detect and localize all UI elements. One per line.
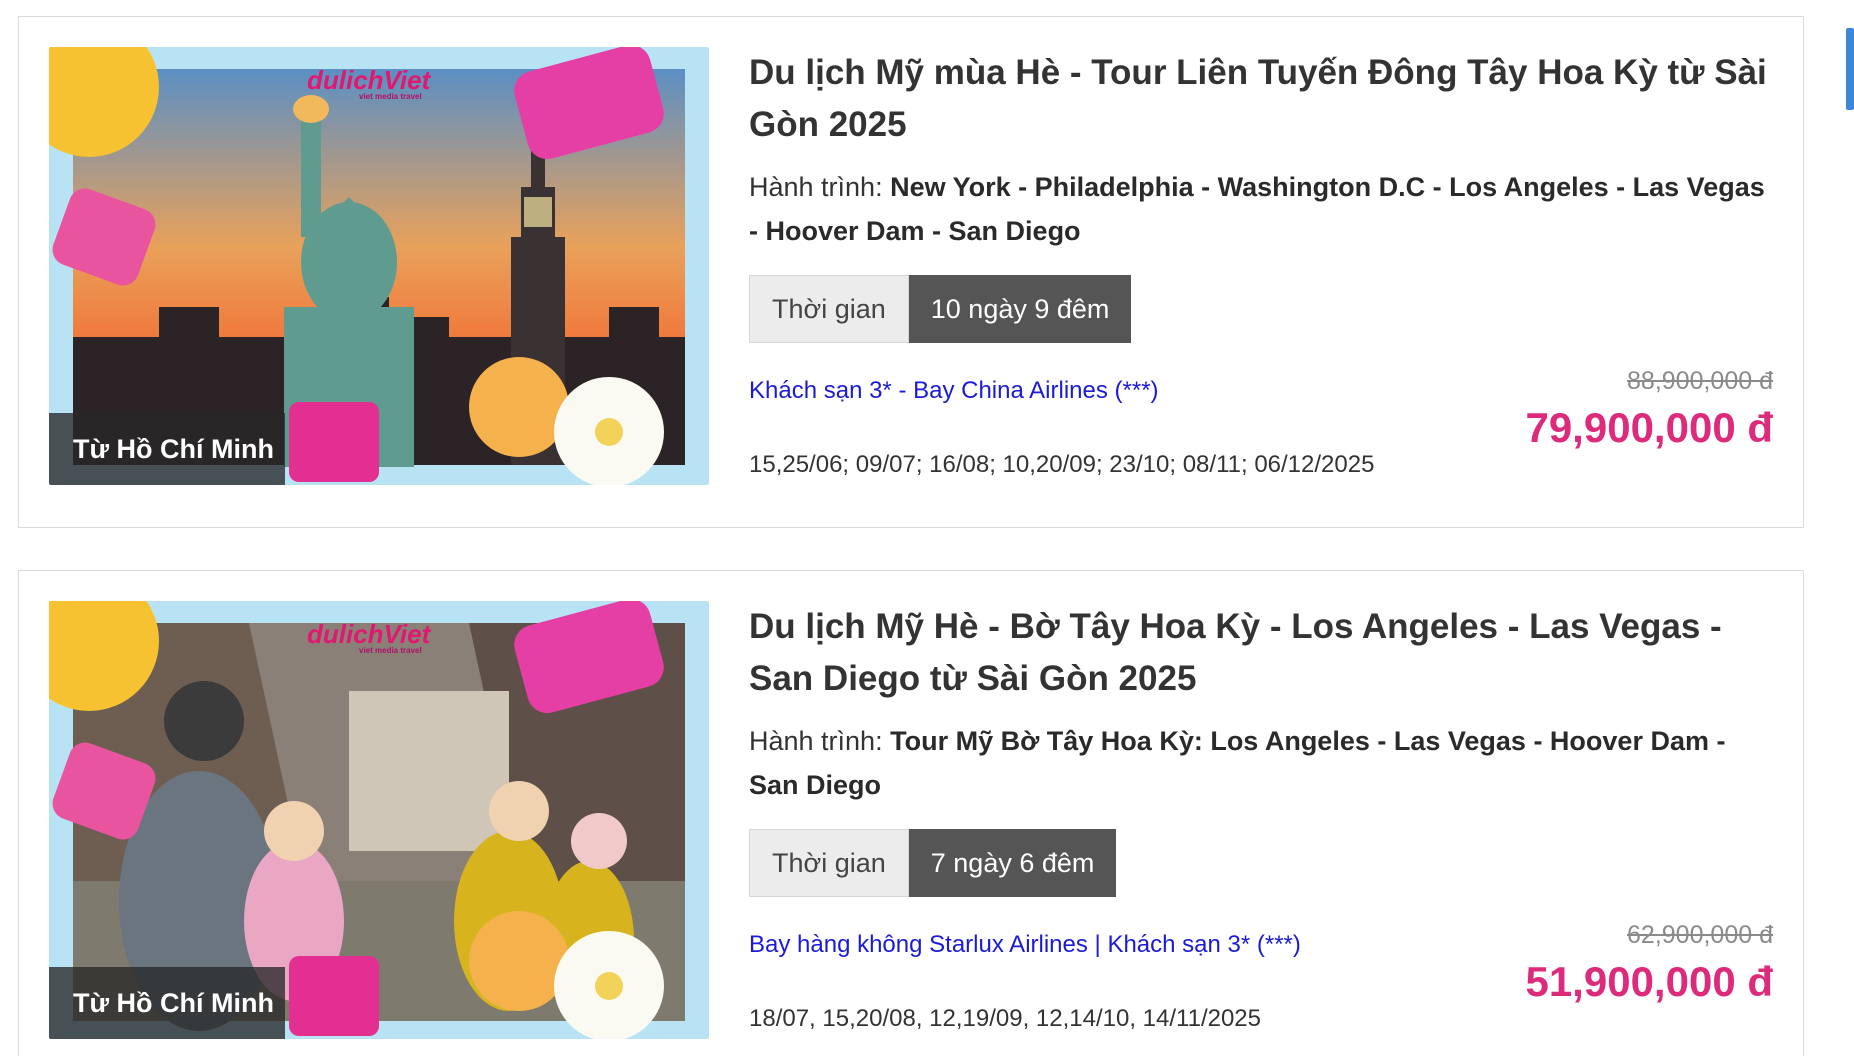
duration-value: 10 ngày 9 đêm [908,275,1132,343]
departure-dates: 15,25/06; 09/07; 16/08; 10,20/09; 23/10;… [749,451,1375,478]
tour-card[interactable]: dulichViet viet media travel Từ Hồ Chí M… [18,16,1804,528]
tour-card[interactable]: dulichViet viet media travel Từ Hồ Chí M… [18,570,1804,1056]
duration-label: Thời gian [749,829,909,897]
tour-thumbnail[interactable]: dulichViet viet media travel Từ Hồ Chí M… [49,47,709,485]
duration-label: Thời gian [749,275,909,343]
route-value: Tour Mỹ Bờ Tây Hoa Kỳ: Los Angeles - Las… [749,726,1726,800]
scrollbar-thumb[interactable] [1846,28,1854,110]
tour-title[interactable]: Du lịch Mỹ Hè - Bờ Tây Hoa Kỳ - Los Ange… [749,601,1773,705]
tour-info: Du lịch Mỹ Hè - Bờ Tây Hoa Kỳ - Los Ange… [749,601,1773,1033]
old-price: 88,900,000 đ [1627,367,1773,395]
tour-title[interactable]: Du lịch Mỹ mùa Hè - Tour Liên Tuyến Đông… [749,47,1773,151]
hotel-flight-link[interactable]: Khách sạn 3* - Bay China Airlines (***) [749,377,1159,405]
hotel-flight-link[interactable]: Bay hàng không Starlux Airlines | Khách … [749,931,1301,959]
duration-box: Thời gian 10 ngày 9 đêm [749,275,1773,343]
route-value: New York - Philadelphia - Washington D.C… [749,172,1765,246]
duration-value: 7 ngày 6 đêm [908,829,1117,897]
current-price: 51,900,000 đ [1525,958,1773,1005]
tour-info: Du lịch Mỹ mùa Hè - Tour Liên Tuyến Đông… [749,47,1773,479]
tour-route: Hành trình: New York - Philadelphia - Wa… [749,165,1773,253]
brand-logo: dulichViet viet media travel [307,619,431,655]
route-label: Hành trình: [749,726,883,756]
origin-badge: Từ Hồ Chí Minh [49,967,285,1039]
brand-logo: dulichViet viet media travel [307,65,431,101]
tour-list-page: dulichViet viet media travel Từ Hồ Chí M… [0,0,1854,1056]
price-box: 88,900,000 đ 79,900,000 đ [1525,367,1773,452]
route-label: Hành trình: [749,172,883,202]
old-price: 62,900,000 đ [1627,921,1773,949]
tour-route: Hành trình: Tour Mỹ Bờ Tây Hoa Kỳ: Los A… [749,719,1773,807]
current-price: 79,900,000 đ [1525,404,1773,451]
departure-dates: 18/07, 15,20/08, 12,19/09, 12,14/10, 14/… [749,1005,1262,1032]
duration-box: Thời gian 7 ngày 6 đêm [749,829,1773,897]
origin-badge: Từ Hồ Chí Minh [49,413,285,485]
tour-thumbnail[interactable]: dulichViet viet media travel Từ Hồ Chí M… [49,601,709,1039]
price-box: 62,900,000 đ 51,900,000 đ [1525,921,1773,1006]
